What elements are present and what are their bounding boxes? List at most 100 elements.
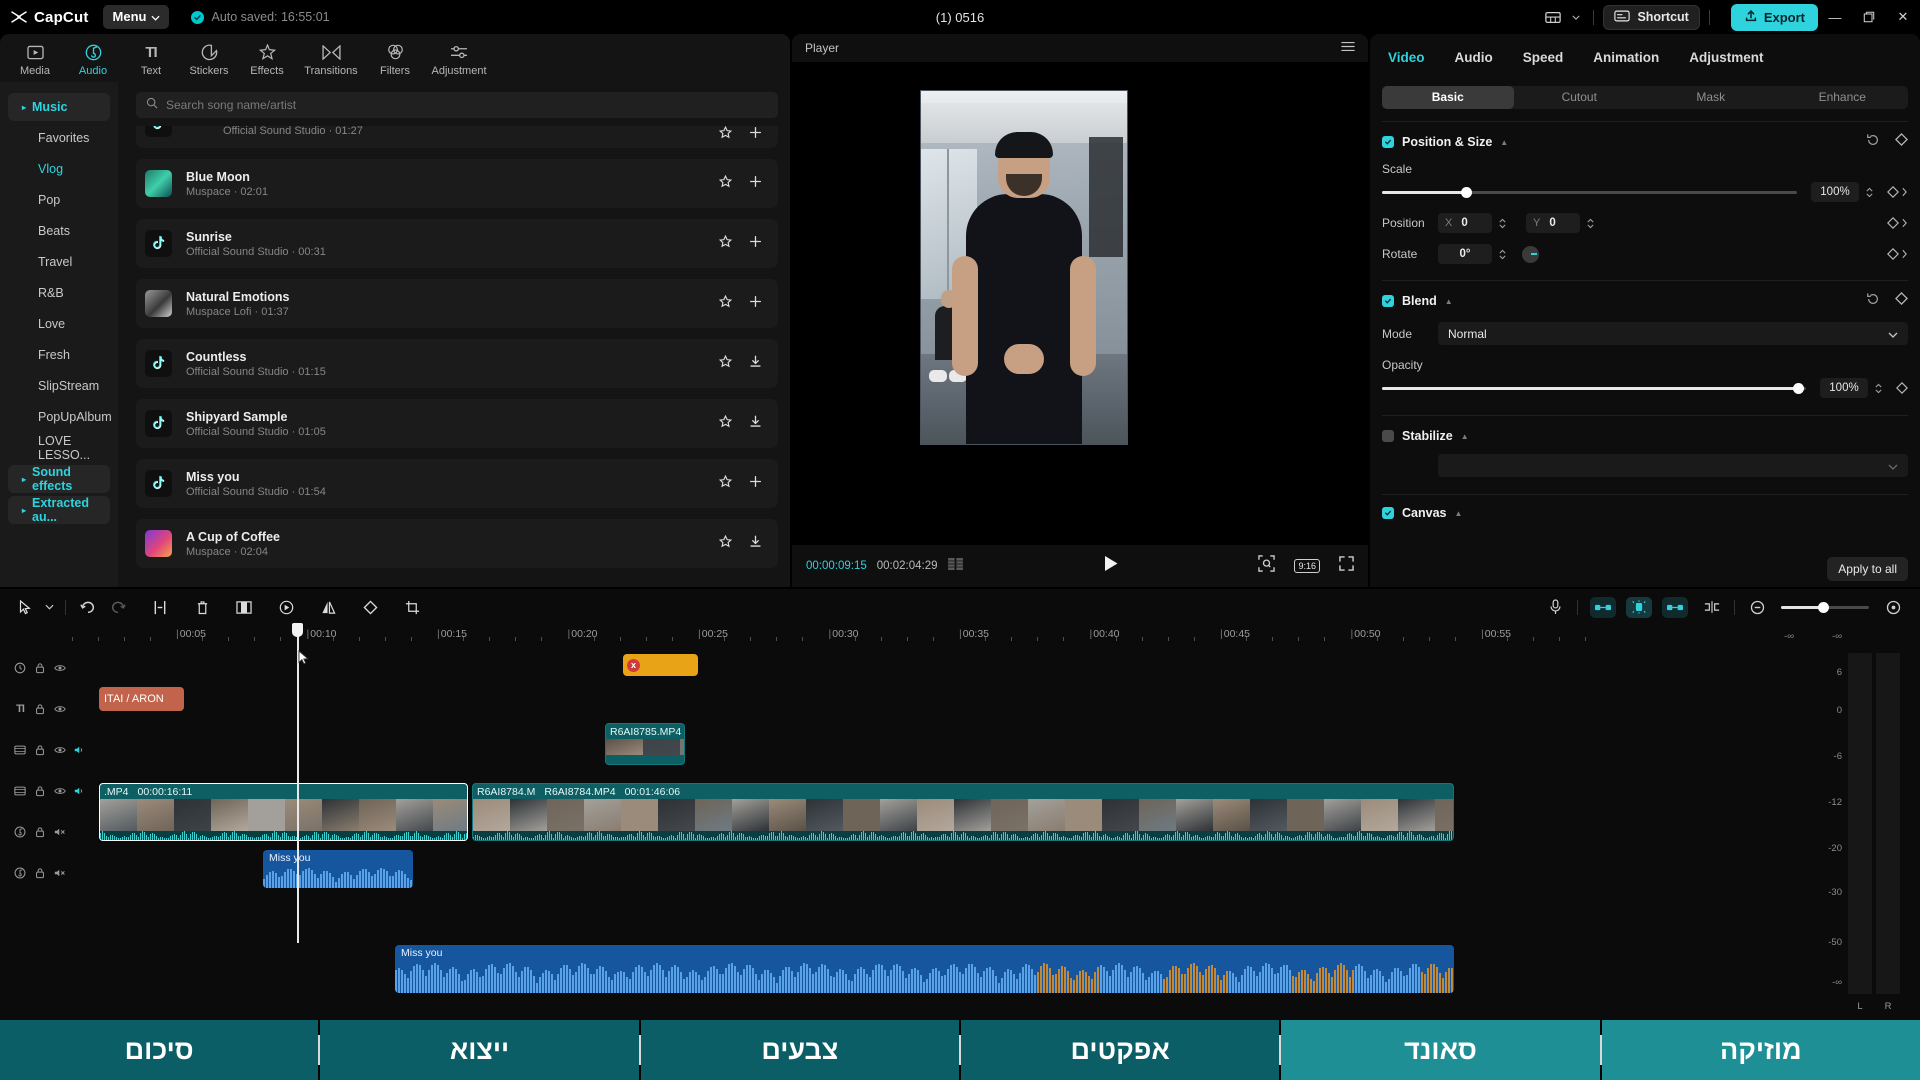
mirror-icon[interactable] bbox=[313, 595, 343, 619]
close-button[interactable]: ✕ bbox=[1886, 0, 1920, 34]
text-clip[interactable]: ITAI / ARON bbox=[99, 687, 184, 711]
collapse-caret-icon[interactable]: ▲ bbox=[1445, 297, 1453, 306]
song-row[interactable]: Sunrise Official Sound Studio · 00:31 bbox=[136, 219, 778, 268]
bottom-menu-item[interactable]: ייצוא bbox=[320, 1020, 639, 1080]
property-segment-cutout[interactable]: Cutout bbox=[1514, 86, 1646, 109]
canvas-checkbox[interactable] bbox=[1382, 507, 1394, 519]
category-sound-effects[interactable]: ▸ Sound effects bbox=[8, 465, 110, 493]
stabilize-select[interactable] bbox=[1438, 454, 1908, 477]
category-r-b[interactable]: R&B bbox=[8, 279, 110, 307]
delete-icon[interactable] bbox=[187, 595, 217, 619]
category-popupalbum[interactable]: PopUpAlbum bbox=[8, 403, 112, 431]
download-icon[interactable] bbox=[749, 415, 762, 433]
category-fresh[interactable]: Fresh bbox=[8, 341, 110, 369]
favorite-star-icon[interactable] bbox=[718, 174, 733, 193]
eye-icon[interactable] bbox=[50, 703, 70, 715]
effect-clip[interactable]: x bbox=[623, 654, 698, 676]
opacity-slider[interactable] bbox=[1382, 382, 1806, 394]
property-tab-video[interactable]: Video bbox=[1388, 50, 1425, 65]
play-icon[interactable] bbox=[1103, 555, 1119, 577]
category-love[interactable]: Love bbox=[8, 310, 110, 338]
song-row[interactable]: A Cup of Coffee Muspace · 02:04 bbox=[136, 519, 778, 568]
position-size-checkbox[interactable] bbox=[1382, 136, 1394, 148]
favorite-star-icon[interactable] bbox=[718, 414, 733, 433]
song-row[interactable]: Countless Official Sound Studio · 01:15 bbox=[136, 339, 778, 388]
apply-to-all-button[interactable]: Apply to all bbox=[1827, 557, 1908, 581]
search-input[interactable] bbox=[166, 98, 768, 112]
category-slipstream[interactable]: SlipStream bbox=[8, 372, 110, 400]
export-button[interactable]: Export bbox=[1730, 3, 1818, 31]
song-row[interactable]: Miss you Official Sound Studio · 01:54 bbox=[136, 459, 778, 508]
opacity-value[interactable]: 100% bbox=[1820, 378, 1868, 398]
rotate-field[interactable]: 0° bbox=[1438, 244, 1492, 264]
split-icon[interactable] bbox=[145, 595, 175, 619]
lock-icon[interactable] bbox=[30, 703, 50, 715]
shortcut-button[interactable]: Shortcut bbox=[1603, 4, 1700, 30]
property-tab-speed[interactable]: Speed bbox=[1523, 50, 1564, 65]
undo-icon[interactable] bbox=[73, 595, 103, 619]
nav-tab-audio[interactable]: Audio bbox=[64, 40, 122, 77]
add-icon[interactable] bbox=[749, 295, 762, 313]
audio-clip-1[interactable]: Miss you bbox=[263, 850, 413, 888]
crop-frame-icon[interactable] bbox=[229, 595, 259, 619]
timeline-ruler[interactable]: 00:0500:1000:1500:2000:2500:3000:3500:40… bbox=[71, 625, 1920, 647]
lock-icon[interactable] bbox=[30, 744, 50, 756]
video-icon[interactable] bbox=[10, 744, 30, 756]
reset-icon[interactable] bbox=[1866, 292, 1880, 311]
fullscreen-icon[interactable] bbox=[1339, 556, 1354, 576]
property-segment-enhance[interactable]: Enhance bbox=[1777, 86, 1909, 109]
song-row[interactable]: Official Sound Studio · 01:27 bbox=[136, 126, 778, 148]
song-row[interactable]: Natural Emotions Muspace Lofi · 01:37 bbox=[136, 279, 778, 328]
redo-icon[interactable] bbox=[103, 595, 133, 619]
download-icon[interactable] bbox=[749, 535, 762, 553]
crop-icon[interactable] bbox=[397, 595, 427, 619]
blend-mode-select[interactable]: Normal bbox=[1438, 322, 1908, 345]
preview-quality-icon[interactable] bbox=[1258, 555, 1276, 577]
favorite-star-icon[interactable] bbox=[718, 126, 733, 144]
collapse-caret-icon[interactable]: ▲ bbox=[1500, 138, 1508, 147]
keyframe-icon[interactable] bbox=[1895, 292, 1908, 310]
lock-icon[interactable] bbox=[30, 867, 50, 879]
bottom-menu-item[interactable]: סאונד bbox=[1281, 1020, 1600, 1080]
opacity-keyframe-icon[interactable] bbox=[1896, 382, 1908, 394]
favorite-star-icon[interactable] bbox=[718, 474, 733, 493]
song-row[interactable]: Shipyard Sample Official Sound Studio · … bbox=[136, 399, 778, 448]
audio-clip-2[interactable]: Miss you bbox=[395, 945, 1454, 993]
position-y-stepper[interactable] bbox=[1584, 217, 1596, 230]
property-tab-audio[interactable]: Audio bbox=[1455, 50, 1493, 65]
scale-keyframe-icon[interactable] bbox=[1887, 186, 1908, 198]
reset-icon[interactable] bbox=[1866, 133, 1880, 152]
microphone-icon[interactable] bbox=[1540, 595, 1570, 619]
rotate-icon[interactable] bbox=[355, 595, 385, 619]
blend-checkbox[interactable] bbox=[1382, 295, 1394, 307]
layout-chevron-icon[interactable] bbox=[1568, 4, 1584, 30]
volume-icon[interactable] bbox=[70, 744, 90, 756]
property-segment-basic[interactable]: Basic bbox=[1382, 86, 1514, 109]
volume-icon[interactable] bbox=[70, 785, 90, 797]
search-box[interactable] bbox=[136, 92, 778, 118]
position-y-field[interactable]: Y 0 bbox=[1526, 213, 1580, 233]
audio-icon[interactable] bbox=[10, 826, 30, 838]
download-icon[interactable] bbox=[749, 355, 762, 373]
bottom-menu-item[interactable]: מוזיקה bbox=[1601, 1020, 1920, 1080]
rotate-keyframe-icon[interactable] bbox=[1887, 248, 1908, 260]
property-segment-control[interactable]: Basic Cutout Mask Enhance bbox=[1382, 86, 1908, 109]
property-tab-adjustment[interactable]: Adjustment bbox=[1689, 50, 1763, 65]
category-extracted-au-[interactable]: ▸ Extracted au... bbox=[8, 496, 110, 524]
cut-marker-icon[interactable] bbox=[1697, 595, 1727, 619]
add-icon[interactable] bbox=[749, 175, 762, 193]
main-video-clip-1[interactable]: .MP4 00:00:16:11 bbox=[99, 783, 468, 841]
collapse-caret-icon[interactable]: ▲ bbox=[1461, 432, 1469, 441]
maximize-button[interactable] bbox=[1852, 0, 1886, 34]
nav-tab-effects[interactable]: Effects bbox=[238, 40, 296, 77]
add-icon[interactable] bbox=[749, 475, 762, 493]
collapse-caret-icon[interactable]: ▲ bbox=[1454, 509, 1462, 518]
eye-icon[interactable] bbox=[50, 662, 70, 674]
video-preview[interactable] bbox=[920, 90, 1128, 445]
chevron-down-icon[interactable] bbox=[40, 595, 58, 619]
category-vlog[interactable]: Vlog bbox=[8, 155, 110, 183]
nav-tab-text[interactable]: TI Text bbox=[122, 40, 180, 77]
favorite-star-icon[interactable] bbox=[718, 534, 733, 553]
lock-icon[interactable] bbox=[30, 662, 50, 674]
minimize-button[interactable]: — bbox=[1818, 0, 1852, 34]
